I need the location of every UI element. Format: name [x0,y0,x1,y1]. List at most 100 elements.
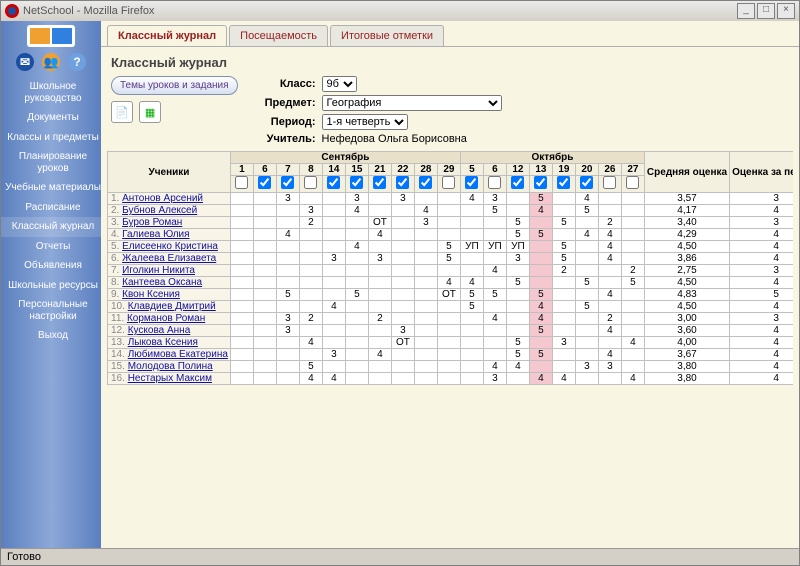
day-header[interactable]: 26 [598,164,621,176]
sidebar-item-8[interactable]: Объявления [1,256,105,276]
grade-cell[interactable] [230,313,253,325]
day-header[interactable]: 15 [345,164,368,176]
day-header[interactable]: 6 [483,164,506,176]
grade-cell[interactable] [391,229,414,241]
grade-cell[interactable]: 5 [460,301,483,313]
grade-cell[interactable]: ОТ [391,337,414,349]
grade-cell[interactable] [506,289,529,301]
grade-cell[interactable] [253,313,276,325]
grade-cell[interactable] [483,229,506,241]
grade-cell[interactable] [253,277,276,289]
grade-cell[interactable]: 2 [368,313,391,325]
grade-cell[interactable] [437,229,460,241]
grade-cell[interactable] [552,325,575,337]
grade-cell[interactable] [391,217,414,229]
grade-cell[interactable]: 5 [437,253,460,265]
day-checkbox[interactable] [580,176,593,189]
grade-cell[interactable]: 2 [552,265,575,277]
grade-cell[interactable]: ОТ [368,217,391,229]
mail-icon[interactable]: ✉ [16,53,34,71]
grade-cell[interactable] [391,265,414,277]
day-checkbox[interactable] [557,176,570,189]
grade-cell[interactable] [460,325,483,337]
grade-cell[interactable] [391,313,414,325]
grade-cell[interactable] [460,229,483,241]
grade-cell[interactable]: 4 [598,289,621,301]
grade-cell[interactable]: 5 [506,277,529,289]
grade-cell[interactable] [460,361,483,373]
grade-cell[interactable] [552,361,575,373]
grade-cell[interactable] [230,301,253,313]
day-header[interactable]: 13 [529,164,552,176]
student-link[interactable]: Корманов Роман [127,313,205,324]
grade-cell[interactable]: 3 [575,361,598,373]
grade-cell[interactable]: 4 [483,313,506,325]
grade-cell[interactable] [276,337,299,349]
grade-cell[interactable]: 4 [460,277,483,289]
grade-cell[interactable]: 4 [483,265,506,277]
grade-cell[interactable] [621,313,644,325]
tab-0[interactable]: Классный журнал [107,25,227,46]
minimize-button[interactable]: _ [737,3,755,19]
grade-cell[interactable]: 5 [506,217,529,229]
grade-cell[interactable] [368,301,391,313]
grade-cell[interactable]: 4 [575,229,598,241]
grade-cell[interactable] [506,193,529,205]
grade-cell[interactable]: 3 [276,313,299,325]
sidebar-item-2[interactable]: Классы и предметы [1,128,105,148]
student-link[interactable]: Жалеева Елизавета [122,253,216,264]
day-header[interactable]: 29 [437,164,460,176]
grade-cell[interactable] [598,301,621,313]
day-checkbox[interactable] [373,176,386,189]
sidebar-item-9[interactable]: Школьные ресурсы [1,276,105,296]
grade-cell[interactable]: 4 [529,205,552,217]
grade-cell[interactable]: 2 [621,265,644,277]
grade-cell[interactable]: 5 [529,289,552,301]
grade-cell[interactable] [575,349,598,361]
grade-cell[interactable]: 3 [276,325,299,337]
grade-cell[interactable]: 2 [299,313,322,325]
grade-cell[interactable] [460,265,483,277]
grade-cell[interactable] [345,217,368,229]
day-checkbox[interactable] [511,176,524,189]
grade-cell[interactable] [253,241,276,253]
grade-cell[interactable]: 3 [483,373,506,385]
grade-cell[interactable] [598,277,621,289]
grade-cell[interactable] [598,337,621,349]
grade-cell[interactable] [368,337,391,349]
grade-cell[interactable] [253,253,276,265]
grade-cell[interactable] [598,373,621,385]
grade-cell[interactable] [414,241,437,253]
grade-cell[interactable]: 3 [276,193,299,205]
grade-cell[interactable] [322,193,345,205]
grade-cell[interactable] [414,373,437,385]
grade-cell[interactable] [414,253,437,265]
grade-cell[interactable] [368,241,391,253]
day-checkbox[interactable] [442,176,455,189]
grade-cell[interactable]: 3 [598,361,621,373]
grade-cell[interactable] [253,373,276,385]
grade-cell[interactable] [437,193,460,205]
grade-cell[interactable] [414,265,437,277]
grade-cell[interactable]: 4 [598,229,621,241]
grade-cell[interactable] [575,313,598,325]
grade-cell[interactable]: 4 [322,301,345,313]
grade-cell[interactable] [230,337,253,349]
grade-cell[interactable] [621,229,644,241]
grade-cell[interactable] [575,337,598,349]
grade-cell[interactable]: 4 [552,373,575,385]
grade-cell[interactable] [322,265,345,277]
grade-cell[interactable] [621,325,644,337]
day-checkbox[interactable] [396,176,409,189]
grade-cell[interactable] [575,373,598,385]
grade-cell[interactable] [345,337,368,349]
grade-cell[interactable] [368,373,391,385]
grade-cell[interactable] [253,205,276,217]
grade-cell[interactable] [414,361,437,373]
grade-cell[interactable] [414,337,437,349]
grade-cell[interactable] [437,313,460,325]
grade-cell[interactable]: 3 [483,193,506,205]
student-link[interactable]: Любимова Екатерина [128,349,228,360]
student-link[interactable]: Лыкова Ксения [128,337,198,348]
grade-cell[interactable] [368,325,391,337]
